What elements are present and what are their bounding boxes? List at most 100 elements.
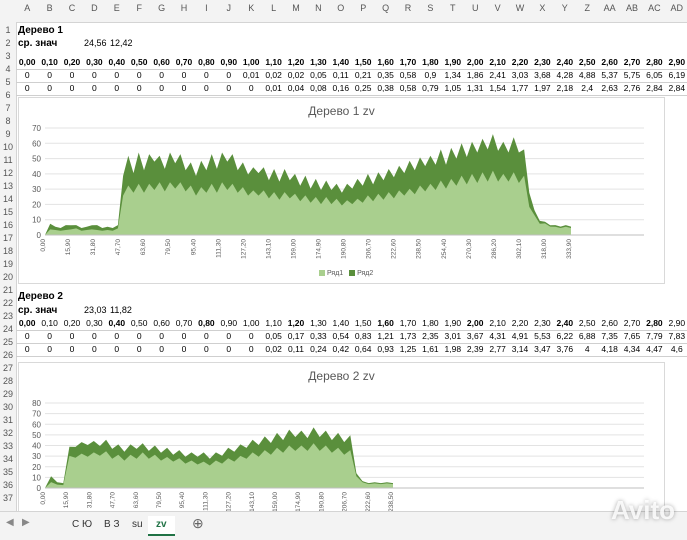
cell[interactable]: 0,11	[285, 344, 307, 354]
cell[interactable]: 0,00	[16, 318, 38, 328]
cell[interactable]: 0	[61, 331, 83, 341]
cell[interactable]: 0,58	[397, 70, 419, 80]
column-header-Y[interactable]: Y	[554, 3, 576, 19]
cell[interactable]: 0	[61, 344, 83, 354]
cell[interactable]: 1,86	[464, 70, 486, 80]
column-header-G[interactable]: G	[150, 3, 172, 19]
cell[interactable]: 0,04	[285, 83, 307, 93]
cell[interactable]: 1,97	[531, 83, 553, 93]
cell[interactable]: 0	[106, 344, 128, 354]
column-header-D[interactable]: D	[83, 3, 105, 19]
row-header-7[interactable]: 7	[0, 103, 16, 113]
cell[interactable]: 0	[106, 83, 128, 93]
column-header-AA[interactable]: AA	[598, 3, 620, 19]
cell[interactable]: 2,76	[621, 83, 643, 93]
cell[interactable]: 0	[16, 70, 38, 80]
row-header-15[interactable]: 15	[0, 207, 16, 217]
row-header-20[interactable]: 20	[0, 272, 16, 282]
cell[interactable]: 0	[16, 344, 38, 354]
cell[interactable]: 5,53	[531, 331, 553, 341]
cell[interactable]: 0	[195, 83, 217, 93]
column-header-W[interactable]: W	[509, 3, 531, 19]
row-header-35[interactable]: 35	[0, 467, 16, 477]
row-header-6[interactable]: 6	[0, 90, 16, 100]
section1-avg1[interactable]: 24,56	[84, 38, 107, 48]
row-header-29[interactable]: 29	[0, 389, 16, 399]
cell[interactable]: 2,90	[666, 318, 687, 328]
cell[interactable]: 1,80	[419, 57, 441, 67]
cell[interactable]: 1,21	[374, 331, 396, 341]
cell[interactable]: 2,84	[643, 83, 665, 93]
row-header-22[interactable]: 22	[0, 298, 16, 308]
cell[interactable]: 1,70	[397, 57, 419, 67]
cell[interactable]: 4,34	[621, 344, 643, 354]
cell[interactable]: 1,73	[397, 331, 419, 341]
row-header-18[interactable]: 18	[0, 246, 16, 256]
cell[interactable]: 0,42	[330, 344, 352, 354]
row-header-2[interactable]: 2	[0, 38, 16, 48]
cell[interactable]: 2,40	[554, 57, 576, 67]
row-header-24[interactable]: 24	[0, 324, 16, 334]
cell[interactable]: 4	[576, 344, 598, 354]
cell[interactable]: 0,70	[173, 57, 195, 67]
cell[interactable]: 0,54	[330, 331, 352, 341]
cell[interactable]: 7,79	[643, 331, 665, 341]
cell[interactable]: 1,60	[374, 318, 396, 328]
cell[interactable]: 6,19	[666, 70, 687, 80]
row-header-34[interactable]: 34	[0, 454, 16, 464]
cell[interactable]: 0,01	[262, 83, 284, 93]
cell[interactable]: 0,02	[262, 344, 284, 354]
cell[interactable]: 0	[195, 70, 217, 80]
cell[interactable]: 0,9	[419, 70, 441, 80]
cell[interactable]: 1,05	[442, 83, 464, 93]
column-header-R[interactable]: R	[397, 3, 419, 19]
cell[interactable]: 1,25	[397, 344, 419, 354]
cell[interactable]: 2,50	[576, 318, 598, 328]
cell[interactable]: 0	[16, 83, 38, 93]
column-header-K[interactable]: K	[240, 3, 262, 19]
row-header-12[interactable]: 12	[0, 168, 16, 178]
cell[interactable]: 1,10	[262, 57, 284, 67]
cell[interactable]: 4,18	[598, 344, 620, 354]
chart-2[interactable]: Дерево 2 zv 80 70 60 50 40 30 20 10 0 0,00 15,90 31…	[18, 362, 665, 514]
cell[interactable]: 2,60	[598, 318, 620, 328]
cell[interactable]: 0,64	[352, 344, 374, 354]
cell[interactable]: 0	[240, 344, 262, 354]
column-header-S[interactable]: S	[419, 3, 441, 19]
cell[interactable]: 2,35	[419, 331, 441, 341]
cell[interactable]: 0	[106, 70, 128, 80]
row-header-25[interactable]: 25	[0, 337, 16, 347]
cell[interactable]: 1,40	[330, 57, 352, 67]
cell[interactable]: 1,50	[352, 318, 374, 328]
row-header-28[interactable]: 28	[0, 376, 16, 386]
cell[interactable]: 0	[218, 344, 240, 354]
cell[interactable]: 0	[128, 70, 150, 80]
column-header-H[interactable]: H	[173, 3, 195, 19]
cell[interactable]: 1,61	[419, 344, 441, 354]
column-header-Q[interactable]: Q	[374, 3, 396, 19]
column-header-C[interactable]: C	[61, 3, 83, 19]
cell[interactable]: 4,31	[486, 331, 508, 341]
cell[interactable]: 2,77	[486, 344, 508, 354]
column-header-P[interactable]: P	[352, 3, 374, 19]
row-header-37[interactable]: 37	[0, 493, 16, 503]
cell[interactable]: 0	[173, 344, 195, 354]
column-header-Z[interactable]: Z	[576, 3, 598, 19]
row-header-17[interactable]: 17	[0, 233, 16, 243]
cell[interactable]: 2,18	[554, 83, 576, 93]
cell[interactable]: 2,70	[621, 318, 643, 328]
cell[interactable]: 4,91	[509, 331, 531, 341]
cell[interactable]: 3,01	[442, 331, 464, 341]
cell[interactable]: 0	[83, 344, 105, 354]
cell[interactable]: 2,40	[554, 318, 576, 328]
cell[interactable]: 0,01	[240, 70, 262, 80]
cell[interactable]: 0,17	[285, 331, 307, 341]
cell[interactable]: 0,80	[195, 318, 217, 328]
cell[interactable]: 2,20	[509, 57, 531, 67]
cell[interactable]: 1,50	[352, 57, 374, 67]
cell[interactable]: 0,93	[374, 344, 396, 354]
section1-avg2[interactable]: 12,42	[110, 38, 133, 48]
cell[interactable]: 0,02	[285, 70, 307, 80]
chart-1[interactable]: Дерево 1 zv 70 60 50 40 30 20 10 0 0,00 15,90 31,8…	[18, 97, 665, 284]
cell[interactable]: 2,41	[486, 70, 508, 80]
